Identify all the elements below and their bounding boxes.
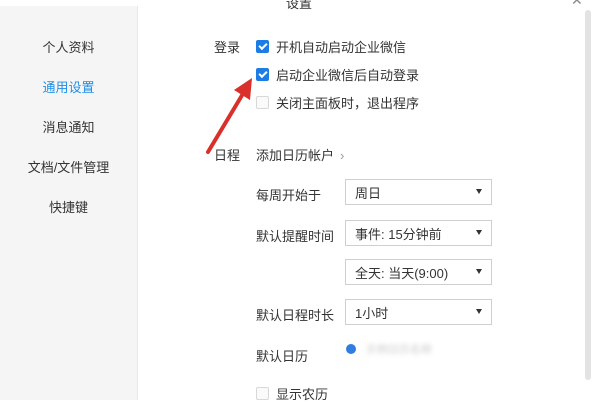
default-calendar-selector[interactable]: 示例日历名称 xyxy=(346,341,432,357)
schedule-section-label: 日程 xyxy=(214,148,241,163)
default-reminder-select[interactable]: 事件: 15分钟前 xyxy=(345,220,492,246)
all-day-reminder-value: 全天: 当天(9:00) xyxy=(355,265,449,281)
show-lunar-checkbox[interactable] xyxy=(256,387,269,400)
sidebar-item-notifications[interactable]: 消息通知 xyxy=(0,117,137,136)
add-calendar-account-link[interactable]: 添加日历帐户 › xyxy=(256,145,344,164)
autostart-checkbox[interactable] xyxy=(256,40,269,53)
option-autologin[interactable]: 启动企业微信后自动登录 xyxy=(256,65,419,84)
exit-on-close-label: 关闭主面板时，退出程序 xyxy=(276,96,420,111)
settings-sidebar: 个人资料 通用设置 消息通知 文档/文件管理 快捷键 xyxy=(0,0,138,400)
dropdown-caret-icon xyxy=(476,309,482,314)
week-start-select[interactable]: 周日 xyxy=(345,179,492,205)
option-autostart[interactable]: 开机自动启动企业微信 xyxy=(256,37,406,56)
week-start-value: 周日 xyxy=(355,185,382,201)
week-start-label: 每周开始于 xyxy=(256,188,322,203)
sidebar-item-general[interactable]: 通用设置 xyxy=(0,77,137,96)
show-lunar-label: 显示农历 xyxy=(276,387,329,402)
default-duration-value: 1小时 xyxy=(355,305,389,321)
default-duration-label: 默认日程时长 xyxy=(256,308,335,323)
option-exit-on-close[interactable]: 关闭主面板时，退出程序 xyxy=(256,93,419,112)
sidebar-item-file-management[interactable]: 文档/文件管理 xyxy=(0,157,137,176)
dropdown-caret-icon xyxy=(476,230,482,235)
add-calendar-account-label: 添加日历帐户 xyxy=(256,148,335,163)
default-calendar-value: 示例日历名称 xyxy=(366,344,432,356)
calendar-color-icon xyxy=(346,344,356,354)
default-reminder-label: 默认提醒时间 xyxy=(256,229,335,244)
dropdown-caret-icon xyxy=(476,269,482,274)
autologin-label: 启动企业微信后自动登录 xyxy=(276,68,420,83)
window-title: 设置 xyxy=(286,0,313,11)
all-day-reminder-select[interactable]: 全天: 当天(9:00) xyxy=(345,259,492,285)
login-section-label: 登录 xyxy=(214,40,241,55)
sidebar-item-shortcuts[interactable]: 快捷键 xyxy=(0,197,137,216)
close-icon[interactable]: ✕ xyxy=(571,0,583,9)
scrollbar[interactable] xyxy=(585,10,591,380)
option-show-lunar[interactable]: 显示农历 xyxy=(256,384,328,403)
dropdown-caret-icon xyxy=(476,189,482,194)
sidebar-item-profile[interactable]: 个人资料 xyxy=(0,37,137,56)
default-reminder-value: 事件: 15分钟前 xyxy=(355,226,442,242)
autostart-label: 开机自动启动企业微信 xyxy=(276,40,407,55)
default-calendar-label: 默认日历 xyxy=(256,349,309,364)
window-titlebar: 设置 ✕ xyxy=(0,0,600,11)
chevron-right-icon: › xyxy=(340,148,345,163)
default-duration-select[interactable]: 1小时 xyxy=(345,299,492,325)
